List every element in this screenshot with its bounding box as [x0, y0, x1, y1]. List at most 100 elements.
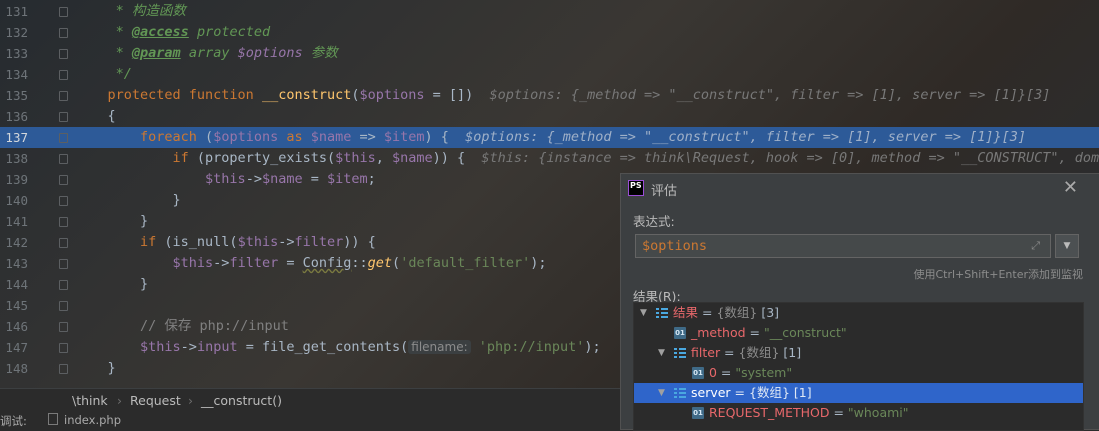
fold-marker-icon[interactable]	[59, 259, 68, 269]
code-token: ,	[375, 150, 392, 166]
fold-marker-icon[interactable]	[59, 49, 68, 59]
expression-input[interactable]: $options ⤢	[635, 234, 1051, 258]
result-tree-node[interactable]: 01 _method = "__construct"	[634, 323, 1083, 343]
expand-icon[interactable]: ⤢	[1031, 239, 1040, 253]
parameter-hint: filename:	[408, 340, 471, 354]
breadcrumb-item-namespace[interactable]: \think	[72, 393, 108, 408]
line-number[interactable]: 137	[0, 127, 28, 148]
code-token: $this	[75, 255, 214, 271]
primitive-value-icon: 01	[692, 367, 704, 379]
code-token: (is_null(	[164, 234, 238, 250]
code-text: }	[75, 274, 148, 295]
code-text: }	[75, 211, 148, 232]
line-number[interactable]: 148	[0, 358, 28, 379]
line-number[interactable]: 143	[0, 253, 28, 274]
node-value: [3]	[757, 305, 780, 320]
array-icon	[674, 387, 686, 399]
fold-marker-icon[interactable]	[59, 70, 68, 80]
line-number[interactable]: 141	[0, 211, 28, 232]
line-number[interactable]: 134	[0, 64, 28, 85]
code-line[interactable]: 131 * 构造函数	[0, 1, 1099, 22]
fold-marker-icon[interactable]	[59, 112, 68, 122]
code-line[interactable]: 132 * @access protected	[0, 22, 1099, 43]
fold-marker-icon[interactable]	[59, 343, 68, 353]
result-tree-node[interactable]: 01 0 = "system"	[634, 363, 1083, 383]
code-token: input	[196, 339, 238, 355]
code-token: )) {	[432, 150, 482, 166]
fold-marker-icon[interactable]	[59, 7, 68, 17]
code-token: ->	[278, 234, 295, 250]
breadcrumb-item-method[interactable]: __construct()	[201, 393, 282, 408]
code-token: }	[75, 192, 181, 208]
fold-marker-icon[interactable]	[59, 280, 68, 290]
code-token: $name	[310, 129, 352, 145]
line-number[interactable]: 144	[0, 274, 28, 295]
fold-marker-icon[interactable]	[59, 364, 68, 374]
array-icon	[656, 307, 668, 319]
file-tab[interactable]: index.php	[64, 413, 121, 427]
code-line[interactable]: 136 {	[0, 106, 1099, 127]
node-value: "system"	[735, 365, 793, 380]
line-number[interactable]: 140	[0, 190, 28, 211]
line-number[interactable]: 135	[0, 85, 28, 106]
fold-marker-icon[interactable]	[59, 28, 68, 38]
breadcrumb-separator: ›	[117, 393, 122, 408]
node-text: REQUEST_METHOD = "whoami"	[709, 403, 909, 423]
node-equals: =	[720, 345, 739, 360]
history-dropdown-button[interactable]: ▼	[1055, 234, 1079, 258]
code-token: filter	[229, 255, 279, 271]
code-token: (	[392, 255, 401, 271]
line-number[interactable]: 145	[0, 295, 28, 316]
fold-marker-icon[interactable]	[59, 238, 68, 248]
code-token: get	[367, 255, 393, 271]
expression-value: $options	[642, 238, 708, 254]
code-text: $this->filter = Config::get('default_fil…	[75, 253, 547, 274]
chevron-down-icon: ▼	[1063, 241, 1071, 251]
result-tree-node[interactable]: ▼ 结果 = {数组} [3]	[634, 303, 1083, 323]
chevron-down-icon[interactable]: ▼	[640, 303, 647, 323]
primitive-value-icon: 01	[674, 327, 686, 339]
code-token: ->	[180, 339, 197, 355]
line-number[interactable]: 146	[0, 316, 28, 337]
file-icon	[48, 413, 58, 425]
result-tree-node[interactable]: 01 REQUEST_METHOD = "whoami"	[634, 403, 1083, 423]
code-line[interactable]: 133 * @param array $options 参数	[0, 43, 1099, 64]
code-token: =>	[351, 129, 384, 145]
code-line[interactable]: 135 protected function __construct($opti…	[0, 85, 1099, 106]
node-equals: =	[745, 325, 764, 340]
fold-marker-icon[interactable]	[59, 322, 68, 332]
result-tree[interactable]: ▼ 结果 = {数组} [3] 01 _method = "__construct" ▼…	[633, 302, 1084, 431]
fold-marker-icon[interactable]	[59, 154, 68, 164]
result-tree-node[interactable]: ▼ filter = {数组} [1]	[634, 343, 1083, 363]
line-number[interactable]: 138	[0, 148, 28, 169]
current-execution-line[interactable]: 137 foreach ($options as $name => $item)…	[0, 127, 1099, 148]
chevron-down-icon[interactable]: ▼	[658, 343, 665, 363]
breadcrumb-item-class[interactable]: Request	[130, 393, 181, 408]
close-icon[interactable]: ✕	[1063, 177, 1078, 198]
result-tree-node[interactable]: ▼ server = {数组} [1]	[634, 383, 1083, 403]
code-token: $this	[335, 150, 376, 166]
line-number[interactable]: 132	[0, 22, 28, 43]
line-number[interactable]: 136	[0, 106, 28, 127]
fold-marker-icon[interactable]	[59, 301, 68, 311]
fold-marker-icon[interactable]	[59, 175, 68, 185]
fold-marker-icon[interactable]	[59, 91, 68, 101]
chevron-down-icon[interactable]: ▼	[658, 383, 665, 403]
code-line[interactable]: 138 if (property_exists($this, $name)) {…	[0, 148, 1099, 169]
fold-marker-icon[interactable]	[59, 217, 68, 227]
line-number[interactable]: 139	[0, 169, 28, 190]
fold-marker-icon[interactable]	[59, 133, 68, 143]
fold-marker-icon[interactable]	[59, 196, 68, 206]
code-token: *	[75, 3, 132, 19]
line-number[interactable]: 142	[0, 232, 28, 253]
line-number[interactable]: 147	[0, 337, 28, 358]
line-number[interactable]: 131	[0, 1, 28, 22]
code-token: $this	[75, 339, 181, 355]
code-line[interactable]: 134 */	[0, 64, 1099, 85]
line-number[interactable]: 133	[0, 43, 28, 64]
node-name: _method	[691, 325, 746, 340]
code-token: as	[278, 129, 311, 145]
breadcrumb-separator: ›	[188, 393, 193, 408]
code-token: 'php://input'	[470, 339, 585, 355]
dialog-titlebar[interactable]: PS 评估 ✕	[621, 174, 1099, 202]
